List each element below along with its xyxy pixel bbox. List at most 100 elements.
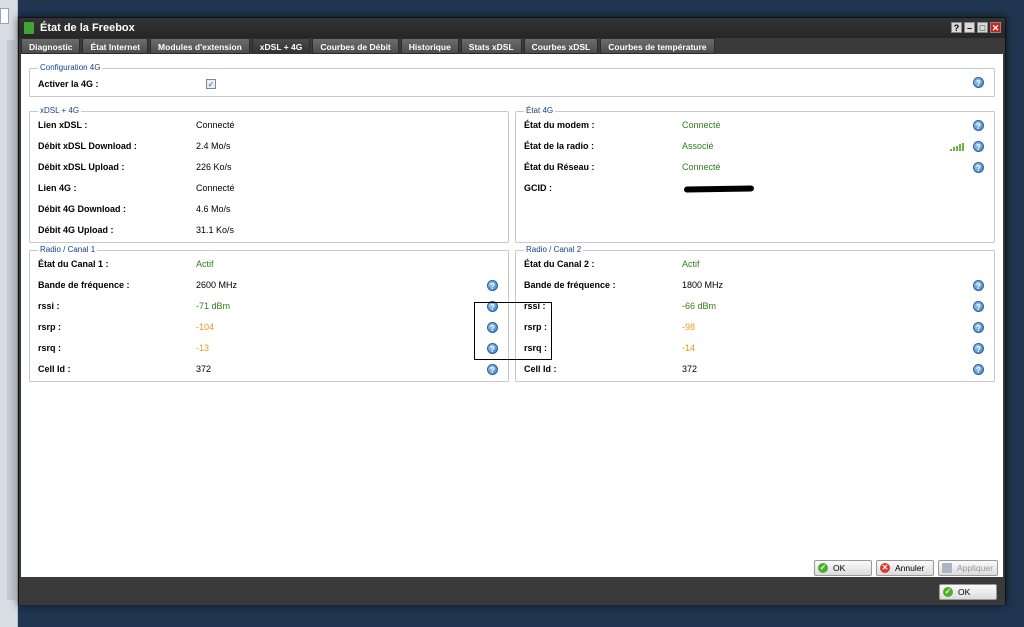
footer-ok-button[interactable]: ✓ OK [939, 584, 997, 600]
bande-frequence-2-value: 1800 MHz [682, 280, 724, 290]
window-title: État de la Freebox [40, 22, 135, 34]
canal-2-row: rsrq : -14 [524, 341, 984, 355]
tab-diagnostic[interactable]: Diagnostic [21, 38, 81, 54]
title-bar[interactable]: État de la Freebox ? – □ ✕ [19, 18, 1005, 38]
ok-button[interactable]: ✓ OK [814, 560, 872, 576]
apply-button[interactable]: Appliquer [938, 560, 998, 576]
help-icon[interactable]: ? [487, 364, 498, 375]
rssi-1-value: -71 dBm [196, 301, 231, 311]
help-icon[interactable]: ? [973, 141, 984, 152]
etat-modem-value: Connecté [682, 120, 721, 130]
etat-canal-1-label: État du Canal 1 : [38, 259, 109, 269]
help-icon[interactable]: ? [973, 301, 984, 312]
canal-1-row: rssi : -71 dBm [38, 299, 498, 313]
floppy-icon [942, 563, 952, 573]
canal-1-row: État du Canal 1 : Actif [38, 257, 498, 271]
help-icon[interactable]: ? [487, 280, 498, 291]
lien-xdsl-value: Connecté [196, 120, 235, 130]
close-icon[interactable]: ✕ [990, 22, 1001, 33]
tab-courbes-xdsl[interactable]: Courbes xDSL [523, 38, 599, 54]
rsrp-1-value: -104 [196, 322, 215, 332]
debit-4g-upload-label: Débit 4G Upload : [38, 225, 114, 235]
bande-frequence-1-value: 2600 MHz [196, 280, 238, 290]
canal-1-row: Cell Id : 372 [38, 362, 498, 376]
debit-4g-download-label: Débit 4G Download : [38, 204, 127, 214]
cell-id-1-value: 372 [196, 364, 212, 374]
help-window-icon[interactable]: ? [951, 22, 962, 33]
rsrq-1-value: -13 [196, 343, 210, 353]
help-icon[interactable]: ? [973, 77, 984, 88]
tab-historique[interactable]: Historique [400, 38, 459, 54]
activer-4g-row: Activer la 4G : ✓ [38, 77, 988, 91]
config-4g-legend: Configuration 4G [38, 63, 103, 72]
rsrp-1-label: rsrp : [38, 322, 62, 332]
etat-radio-label: État de la radio : [524, 141, 595, 151]
canal-2-row: Cell Id : 372 [524, 362, 984, 376]
activer-4g-checkbox[interactable]: ✓ [206, 79, 216, 89]
etat-canal-2-label: État du Canal 2 : [524, 259, 595, 269]
canal-2-row: rsrp : -98 [524, 320, 984, 334]
tab-content: Configuration 4G Activer la 4G : ✓ ? xDS… [21, 54, 1003, 577]
xdsl-row: Débit 4G Download : 4.6 Mo/s [38, 202, 498, 216]
tab-modules-extension[interactable]: Modules d'extension [150, 38, 250, 54]
bande-frequence-2-label: Bande de fréquence : [524, 280, 616, 290]
tab-courbes-temperature[interactable]: Courbes de température [600, 38, 715, 54]
etat-canal-2-value: Actif [682, 259, 700, 269]
debit-xdsl-download-value: 2.4 Mo/s [196, 141, 231, 151]
debit-4g-download-value: 4.6 Mo/s [196, 204, 231, 214]
cancel-icon: ✕ [880, 563, 890, 573]
desktop-input-stub[interactable] [0, 8, 9, 24]
window-controls: ? – □ ✕ [951, 22, 1001, 33]
etat-4g-row: État du modem : Connecté [524, 118, 984, 132]
cell-id-2-value: 372 [682, 364, 698, 374]
xdsl-4g-panel: xDSL + 4G Lien xDSL : Connecté Débit xDSL… [29, 106, 509, 243]
bande-frequence-1-label: Bande de fréquence : [38, 280, 130, 290]
xdsl-row: Débit xDSL Download : 2.4 Mo/s [38, 139, 498, 153]
canal-1-legend: Radio / Canal 1 [38, 245, 98, 254]
tab-etat-internet[interactable]: État Internet [82, 38, 149, 54]
window-footer: ✓ OK [19, 578, 1005, 605]
canal-1-row: rsrp : -104 [38, 320, 498, 334]
xdsl-row: Débit xDSL Upload : 226 Ko/s [38, 160, 498, 174]
help-icon[interactable]: ? [973, 322, 984, 333]
canal-1-row: Bande de fréquence : 2600 MHz [38, 278, 498, 292]
etat-reseau-label: État du Réseau : [524, 162, 595, 172]
annotation-rectangle [474, 302, 552, 360]
lien-4g-label: Lien 4G : [38, 183, 77, 193]
check-icon: ✓ [943, 587, 953, 597]
gcid-label: GCID : [524, 183, 552, 193]
help-icon[interactable]: ? [973, 162, 984, 173]
canal-1-row: rsrq : -13 [38, 341, 498, 355]
xdsl-row: Lien 4G : Connecté [38, 181, 498, 195]
gcid-redaction [683, 185, 755, 193]
tab-courbes-debit[interactable]: Courbes de Débit [312, 38, 399, 54]
help-icon[interactable]: ? [973, 120, 984, 131]
etat-modem-label: État du modem : [524, 120, 595, 130]
rsrq-1-label: rsrq : [38, 343, 62, 353]
activer-4g-label: Activer la 4G : [38, 79, 99, 89]
minimize-icon[interactable]: – [964, 22, 975, 33]
help-icon[interactable]: ? [973, 280, 984, 291]
desktop-left-strip [0, 0, 18, 627]
etat-4g-panel: État 4G État du modem : Connecté ? État d… [515, 106, 995, 243]
canal-2-legend: Radio / Canal 2 [524, 245, 584, 254]
freebox-icon [24, 22, 34, 34]
cancel-button[interactable]: ✕ Annuler [876, 560, 934, 576]
help-icon[interactable]: ? [973, 343, 984, 354]
check-icon: ✓ [818, 563, 828, 573]
etat-canal-1-value: Actif [196, 259, 214, 269]
signal-strength-icon [950, 143, 964, 151]
maximize-icon[interactable]: □ [977, 22, 988, 33]
tab-stats-xdsl[interactable]: Stats xDSL [460, 38, 522, 54]
debit-xdsl-download-label: Débit xDSL Download : [38, 141, 137, 151]
help-icon[interactable]: ? [973, 364, 984, 375]
debit-xdsl-upload-value: 226 Ko/s [196, 162, 232, 172]
canal-2-panel: Radio / Canal 2 État du Canal 2 : Actif B… [515, 245, 995, 382]
desktop-scrollbar[interactable] [7, 40, 15, 600]
tab-xdsl-4g[interactable]: xDSL + 4G [251, 38, 311, 54]
etat-4g-row: GCID : [524, 181, 984, 195]
etat-4g-legend: État 4G [524, 106, 556, 115]
lien-xdsl-label: Lien xDSL : [38, 120, 88, 130]
etat-radio-value: Associé [682, 141, 714, 151]
xdsl-row: Débit 4G Upload : 31.1 Ko/s [38, 223, 498, 237]
